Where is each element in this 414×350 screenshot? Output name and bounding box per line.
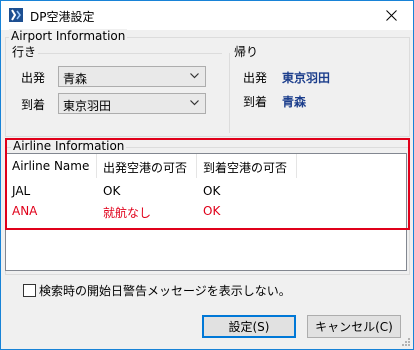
suppress-warning-label[interactable]: 検索時の開始日警告メッセージを表示しない。	[39, 284, 291, 298]
highlight-annotation	[5, 138, 410, 230]
return-arrival-label: 到着	[243, 95, 268, 109]
outbound-departure-value: 青森	[63, 72, 88, 86]
window-title: DP空港設定	[30, 10, 95, 24]
return-departure-label: 出発	[243, 71, 268, 85]
return-arrival-value: 青森	[282, 95, 307, 109]
airport-info-label: Airport Information	[9, 29, 128, 43]
outbound-departure-label: 出発	[21, 71, 46, 85]
resize-grip-icon[interactable]	[401, 337, 411, 347]
close-button[interactable]	[369, 1, 413, 30]
chevron-down-icon	[190, 73, 199, 79]
dialog-window: DP空港設定 Airport Information 行き 出発 青森 到着 東…	[0, 0, 414, 350]
outbound-arrival-value: 東京羽田	[63, 99, 112, 113]
return-label: 帰り	[232, 45, 261, 59]
suppress-warning-checkbox[interactable]	[23, 284, 36, 297]
outbound-label: 行き	[10, 45, 39, 59]
chevron-down-icon	[190, 100, 199, 106]
app-icon	[9, 8, 23, 22]
cancel-button[interactable]: キャンセル(C)	[307, 315, 401, 338]
title-bar[interactable]: DP空港設定	[1, 1, 413, 30]
outbound-departure-select[interactable]: 青森	[58, 66, 206, 87]
outbound-arrival-select[interactable]: 東京羽田	[58, 93, 206, 114]
outbound-arrival-label: 到着	[21, 98, 46, 112]
return-departure-value: 東京羽田	[282, 71, 331, 85]
close-icon	[385, 10, 397, 21]
return-group-divider	[229, 53, 230, 133]
ok-button[interactable]: 設定(S)	[202, 315, 296, 338]
